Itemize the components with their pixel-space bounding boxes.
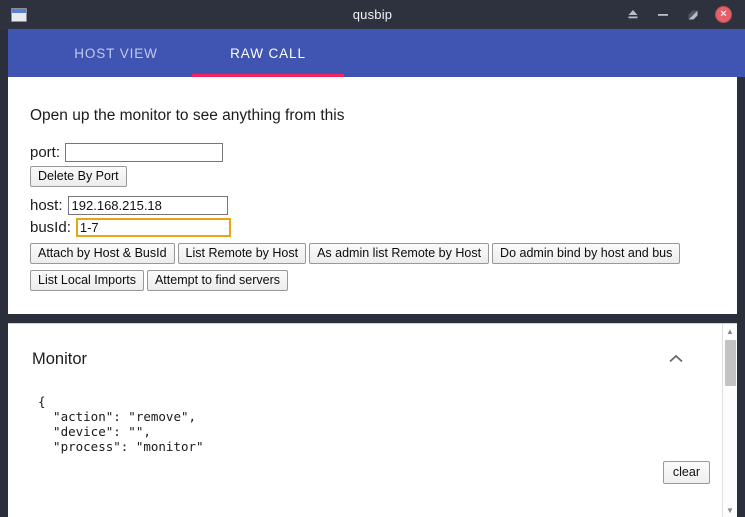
application-window: qusbip × HOST VIEW RAW CALL Open up the …: [0, 0, 745, 517]
delete-by-port-row: Delete By Port: [30, 166, 715, 187]
busid-field-row: busId:: [30, 218, 715, 237]
monitor-header: Monitor: [8, 324, 737, 370]
as-admin-list-remote-by-host-button[interactable]: As admin list Remote by Host: [309, 243, 490, 264]
scroll-down-icon[interactable]: ▼: [723, 503, 737, 517]
busid-label: busId:: [30, 219, 71, 236]
port-input[interactable]: [65, 143, 224, 162]
attempt-to-find-servers-button[interactable]: Attempt to find servers: [146, 270, 289, 291]
title-bar: qusbip ×: [0, 0, 745, 29]
port-field-row: port:: [30, 143, 715, 162]
host-label: host:: [30, 197, 63, 214]
do-admin-bind-by-host-and-bus-button[interactable]: Do admin bind by host and bus: [492, 243, 681, 264]
port-label: port:: [30, 144, 61, 161]
list-local-imports-button[interactable]: List Local Imports: [30, 270, 144, 291]
host-input[interactable]: [67, 196, 228, 215]
tab-host-view[interactable]: HOST VIEW: [40, 29, 192, 77]
host-field-row: host:: [30, 196, 715, 215]
content-area: Open up the monitor to see anything from…: [0, 77, 745, 517]
tab-host-view-label: HOST VIEW: [74, 45, 158, 61]
action-button-row-2: List Local Imports Attempt to find serve…: [30, 270, 715, 291]
list-remote-by-host-button[interactable]: List Remote by Host: [177, 243, 307, 264]
tab-bar: HOST VIEW RAW CALL: [0, 29, 745, 77]
minimize-icon[interactable]: [655, 7, 671, 23]
monitor-panel: Monitor { "action": "remove", "device": …: [8, 323, 737, 517]
monitor-title: Monitor: [32, 349, 88, 368]
panel-divider: [8, 314, 737, 323]
delete-by-port-button[interactable]: Delete By Port: [30, 166, 127, 187]
clear-button[interactable]: clear: [662, 461, 710, 484]
maximize-icon[interactable]: [685, 7, 701, 23]
tab-raw-call[interactable]: RAW CALL: [192, 29, 344, 77]
attach-by-host-and-busid-button[interactable]: Attach by Host & BusId: [30, 243, 175, 264]
tab-bar-spacer: [8, 29, 40, 77]
raw-call-panel: Open up the monitor to see anything from…: [8, 77, 737, 314]
window-controls: ×: [625, 6, 745, 23]
tab-raw-call-label: RAW CALL: [230, 45, 306, 61]
close-glyph: ×: [720, 7, 727, 20]
monitor-scrollbar[interactable]: ▲ ▼: [722, 324, 737, 517]
close-icon[interactable]: ×: [715, 6, 732, 23]
monitor-log: { "action": "remove", "device": "", "pro…: [38, 394, 204, 454]
chevron-up-icon[interactable]: [665, 348, 687, 370]
scrollbar-thumb[interactable]: [725, 340, 736, 386]
shade-icon[interactable]: [625, 7, 641, 23]
action-button-row-1: Attach by Host & BusId List Remote by Ho…: [30, 243, 715, 264]
intro-text: Open up the monitor to see anything from…: [30, 107, 345, 124]
busid-input[interactable]: [75, 218, 231, 237]
window-icon: [11, 7, 27, 22]
scroll-up-icon[interactable]: ▲: [723, 324, 737, 338]
